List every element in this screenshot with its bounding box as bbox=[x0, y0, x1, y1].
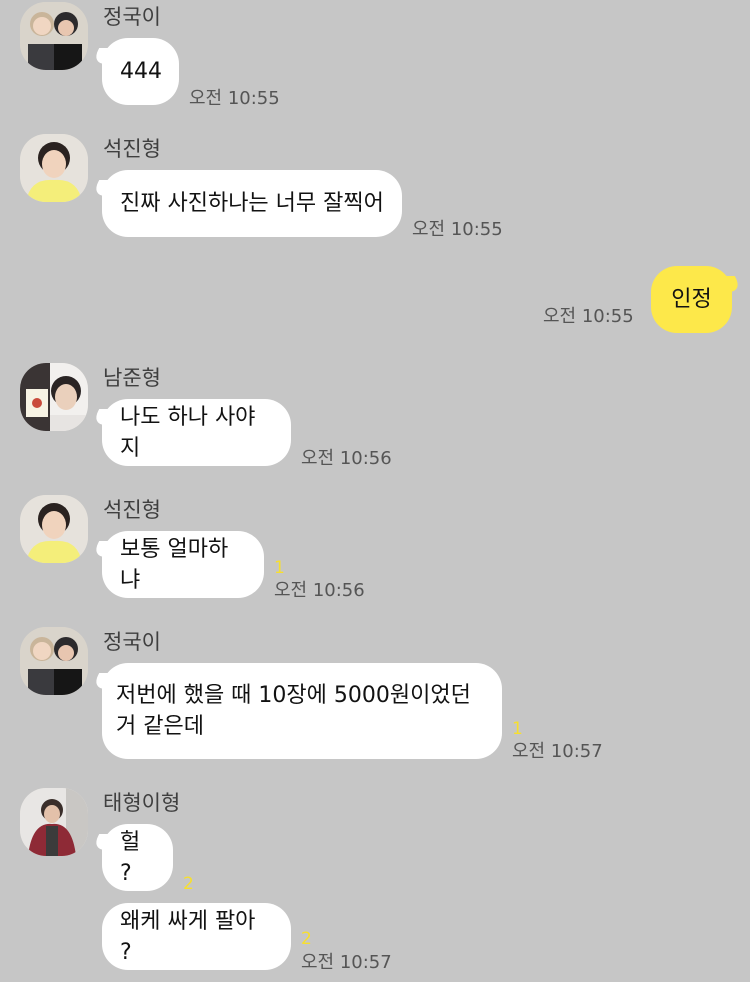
avatar-seokjin[interactable] bbox=[20, 134, 88, 202]
sender-name: 정국이 bbox=[103, 5, 161, 29]
unread-count: 2 bbox=[183, 874, 194, 894]
sender-name: 석진형 bbox=[103, 137, 161, 161]
sender-name: 정국이 bbox=[103, 630, 161, 654]
avatar-taehyung[interactable] bbox=[20, 788, 88, 856]
unread-count: 1 bbox=[512, 719, 523, 739]
unread-count: 2 bbox=[301, 929, 312, 949]
sender-name: 남준형 bbox=[103, 366, 161, 390]
message-bubble[interactable]: 진짜 사진하나는 너무 잘찍어 bbox=[102, 170, 402, 237]
avatar-seokjin[interactable] bbox=[20, 495, 88, 563]
unread-count: 1 bbox=[274, 558, 285, 578]
avatar-jungkook[interactable] bbox=[20, 2, 88, 70]
message-bubble[interactable]: 저번에 했을 때 10장에 5000원이었던 거 같은데 bbox=[102, 663, 502, 759]
message-bubble[interactable]: 헐 ? bbox=[102, 824, 173, 891]
message-time: 오전 10:57 bbox=[512, 741, 603, 762]
message-time: 오전 10:55 bbox=[189, 88, 280, 109]
message-time: 오전 10:56 bbox=[301, 448, 392, 469]
avatar-jungkook[interactable] bbox=[20, 627, 88, 695]
message-bubble[interactable]: 보통 얼마하냐 bbox=[102, 531, 264, 598]
message-bubble[interactable]: 444 bbox=[102, 38, 179, 105]
sender-name: 석진형 bbox=[103, 498, 161, 522]
avatar-namjoon[interactable] bbox=[20, 363, 88, 431]
sender-name: 태형이형 bbox=[103, 791, 181, 815]
message-time: 오전 10:56 bbox=[274, 580, 365, 601]
message-time: 오전 10:57 bbox=[301, 952, 392, 973]
message-time: 오전 10:55 bbox=[543, 306, 634, 327]
message-bubble[interactable]: 나도 하나 사야지 bbox=[102, 399, 291, 466]
message-bubble[interactable]: 왜케 싸게 팔아 ? bbox=[102, 903, 291, 970]
my-message-bubble[interactable]: 인정 bbox=[651, 266, 732, 333]
message-time: 오전 10:55 bbox=[412, 219, 503, 240]
